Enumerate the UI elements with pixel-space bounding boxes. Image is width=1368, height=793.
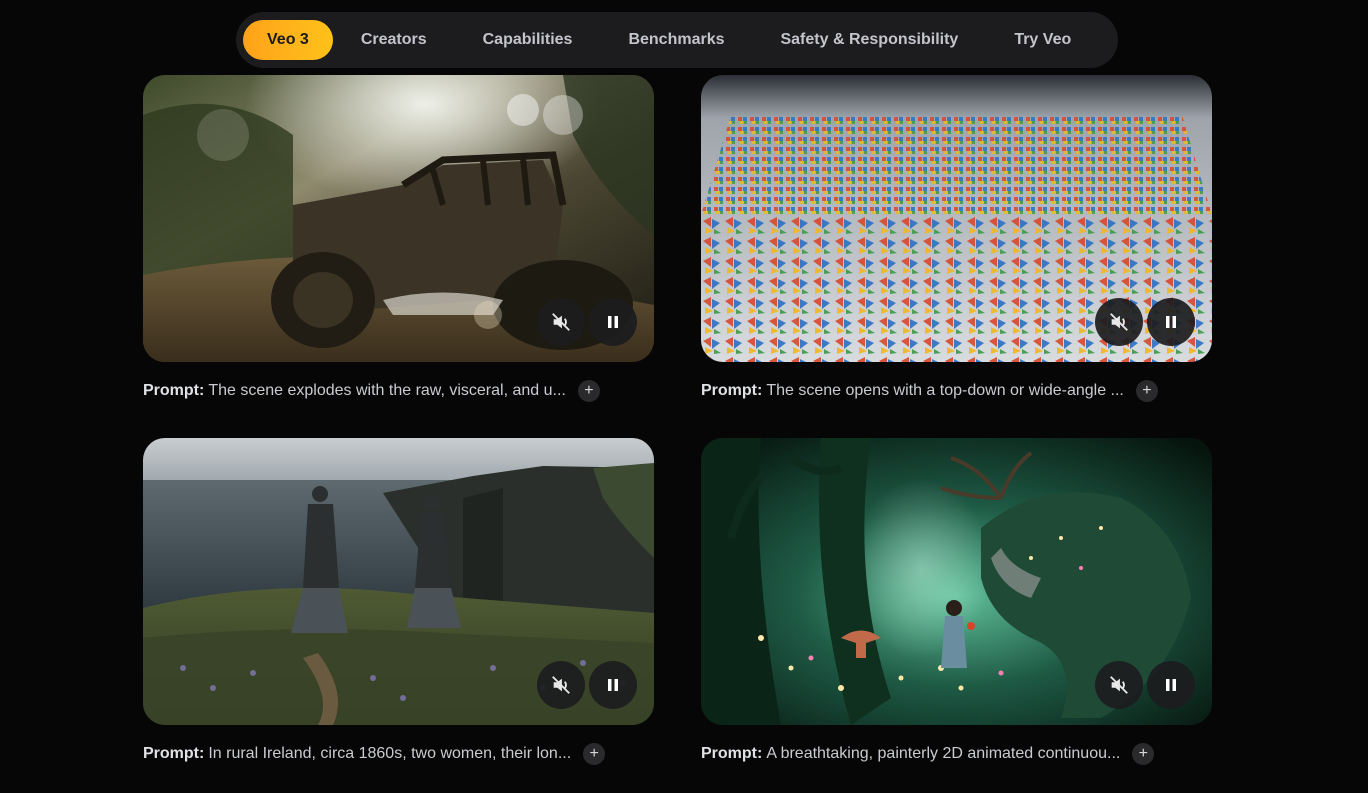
nav-tab-benchmarks[interactable]: Benchmarks (600, 20, 752, 60)
prompt-label: Prompt: (143, 745, 205, 762)
prompt-label: Prompt: (701, 745, 763, 762)
video-card: Prompt: A breathtaking, painterly 2D ani… (701, 438, 1212, 765)
prompt-label: Prompt: (701, 382, 763, 399)
pause-button[interactable] (1147, 298, 1195, 346)
prompt-text: The scene explodes with the raw, viscera… (208, 382, 566, 399)
volume-off-icon (552, 676, 570, 694)
video-card: Prompt: In rural Ireland, circa 1860s, t… (143, 438, 654, 765)
mute-button[interactable] (537, 661, 585, 709)
volume-off-icon (1110, 313, 1128, 331)
video-card: Prompt: The scene explodes with the raw,… (143, 75, 654, 402)
volume-off-icon (552, 313, 570, 331)
pause-icon (608, 316, 618, 328)
pause-icon (1166, 316, 1176, 328)
expand-prompt-button[interactable]: + (1132, 743, 1155, 765)
mute-button[interactable] (1095, 661, 1143, 709)
video-player[interactable] (701, 438, 1212, 725)
prompt-caption: Prompt: The scene explodes with the raw,… (143, 380, 600, 402)
pause-button[interactable] (1147, 661, 1195, 709)
nav-tab-capabilities[interactable]: Capabilities (455, 20, 601, 60)
nav-tab-safety-responsibility[interactable]: Safety & Responsibility (752, 20, 986, 60)
prompt-caption: Prompt: The scene opens with a top-down … (701, 380, 1158, 402)
pause-icon (608, 679, 618, 691)
prompt-text: A breathtaking, painterly 2D animated co… (766, 745, 1121, 762)
pause-button[interactable] (589, 298, 637, 346)
prompt-text: In rural Ireland, circa 1860s, two women… (208, 745, 572, 762)
nav-tab-creators[interactable]: Creators (333, 20, 455, 60)
video-card: Prompt: The scene opens with a top-down … (701, 75, 1212, 402)
nav-tab-try-veo[interactable]: Try Veo (986, 20, 1099, 60)
expand-prompt-button[interactable]: + (1135, 380, 1158, 402)
top-nav: Veo 3 Creators Capabilities Benchmarks S… (236, 12, 1118, 68)
prompt-caption: Prompt: A breathtaking, painterly 2D ani… (701, 743, 1155, 765)
prompt-text: The scene opens with a top-down or wide-… (766, 382, 1124, 399)
video-player[interactable] (143, 75, 654, 362)
mute-button[interactable] (1095, 298, 1143, 346)
pause-icon (1166, 679, 1176, 691)
video-player[interactable] (143, 438, 654, 725)
video-player[interactable] (701, 75, 1212, 362)
nav-tab-veo-3[interactable]: Veo 3 (243, 20, 333, 60)
pause-button[interactable] (589, 661, 637, 709)
expand-prompt-button[interactable]: + (577, 380, 600, 402)
expand-prompt-button[interactable]: + (583, 743, 606, 765)
prompt-caption: Prompt: In rural Ireland, circa 1860s, t… (143, 743, 606, 765)
mute-button[interactable] (537, 298, 585, 346)
prompt-label: Prompt: (143, 382, 205, 399)
volume-off-icon (1110, 676, 1128, 694)
